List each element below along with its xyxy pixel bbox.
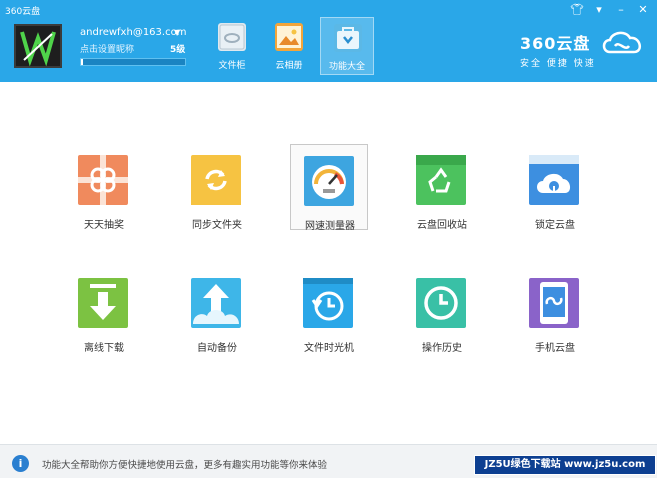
tab-label: 功能大全 <box>328 62 365 72</box>
speedometer-icon <box>304 156 354 206</box>
feature-label: 操作历史 <box>422 343 462 354</box>
feature-label: 同步文件夹 <box>192 220 242 231</box>
top-bar: 360云盘 👕︎ ▾ – ✕ andrewfxh@163.com ▼ 点击设置昵… <box>0 0 657 82</box>
time-machine-icon <box>303 278 353 328</box>
info-icon: i <box>12 455 29 472</box>
phone-cloud-icon <box>529 278 579 328</box>
app-title: 360云盘 <box>5 7 41 17</box>
gift-icon <box>78 155 128 205</box>
cloud-logo-icon <box>600 28 644 58</box>
feature-label: 锁定云盘 <box>535 220 575 231</box>
lock-cloud-icon <box>529 155 579 205</box>
feature-auto-backup[interactable]: 自动备份 <box>178 267 256 354</box>
feature-label: 网速测量器 <box>305 221 355 232</box>
feature-label: 云盘回收站 <box>417 220 467 231</box>
tab-label: 云相册 <box>275 61 303 71</box>
watermark: JZ5U绿色下载站 www.jz5u.com <box>474 455 656 475</box>
feature-lottery[interactable]: 天天抽奖 <box>65 144 143 231</box>
download-icon <box>78 278 128 328</box>
feature-label: 自动备份 <box>197 343 237 354</box>
shirt-icon[interactable]: 👕︎ <box>569 3 585 17</box>
user-level-badge: 5级 <box>170 45 186 55</box>
storage-quota-fill <box>81 59 83 65</box>
toolbox-icon <box>334 24 362 52</box>
brand-name: 360云盘 <box>520 34 591 53</box>
feature-phone-cloud[interactable]: 手机云盘 <box>516 267 594 354</box>
tab-label: 文件柜 <box>218 61 246 71</box>
feature-recycle-bin[interactable]: 云盘回收站 <box>403 144 481 231</box>
close-icon[interactable]: ✕ <box>635 3 651 17</box>
storage-quota-bar <box>80 58 186 66</box>
feature-lock-cloud[interactable]: 锁定云盘 <box>516 144 594 231</box>
feature-label: 天天抽奖 <box>84 220 124 231</box>
feature-operation-history[interactable]: 操作历史 <box>403 267 481 354</box>
recycle-bin-icon <box>416 155 466 205</box>
feature-offline-download[interactable]: 离线下载 <box>65 267 143 354</box>
feature-speed-test[interactable]: 网速测量器 <box>290 144 368 232</box>
photo-album-icon <box>275 23 303 51</box>
tab-file-cabinet[interactable]: 文件柜 <box>205 17 259 75</box>
feature-time-machine[interactable]: 文件时光机 <box>290 267 368 354</box>
brand-slogan: 安全 便捷 快速 <box>520 59 596 69</box>
feature-sync-folder[interactable]: 同步文件夹 <box>178 144 256 231</box>
clock-icon <box>416 278 466 328</box>
menu-icon[interactable]: ▾ <box>591 3 607 17</box>
avatar[interactable] <box>14 24 62 68</box>
tab-toolbox[interactable]: 功能大全 <box>320 17 374 75</box>
sync-folder-icon <box>191 155 241 205</box>
feature-label: 离线下载 <box>84 343 124 354</box>
feature-label: 文件时光机 <box>304 343 354 354</box>
file-cabinet-icon <box>218 23 246 51</box>
tab-photo-album[interactable]: 云相册 <box>262 17 316 75</box>
set-nickname-link[interactable]: 点击设置昵称 <box>80 42 134 55</box>
chevron-down-icon[interactable]: ▼ <box>174 28 180 37</box>
brand-block: 360云盘 安全 便捷 快速 <box>520 30 596 69</box>
backup-icon <box>191 278 241 328</box>
help-tip: 功能大全帮助你方便快捷地使用云盘，更多有趣实用功能等你来体验 <box>42 460 328 471</box>
feature-label: 手机云盘 <box>535 343 575 354</box>
minimize-icon[interactable]: – <box>613 3 629 17</box>
username[interactable]: andrewfxh@163.com <box>80 27 186 38</box>
window-controls: 👕︎ ▾ – ✕ <box>569 3 651 17</box>
